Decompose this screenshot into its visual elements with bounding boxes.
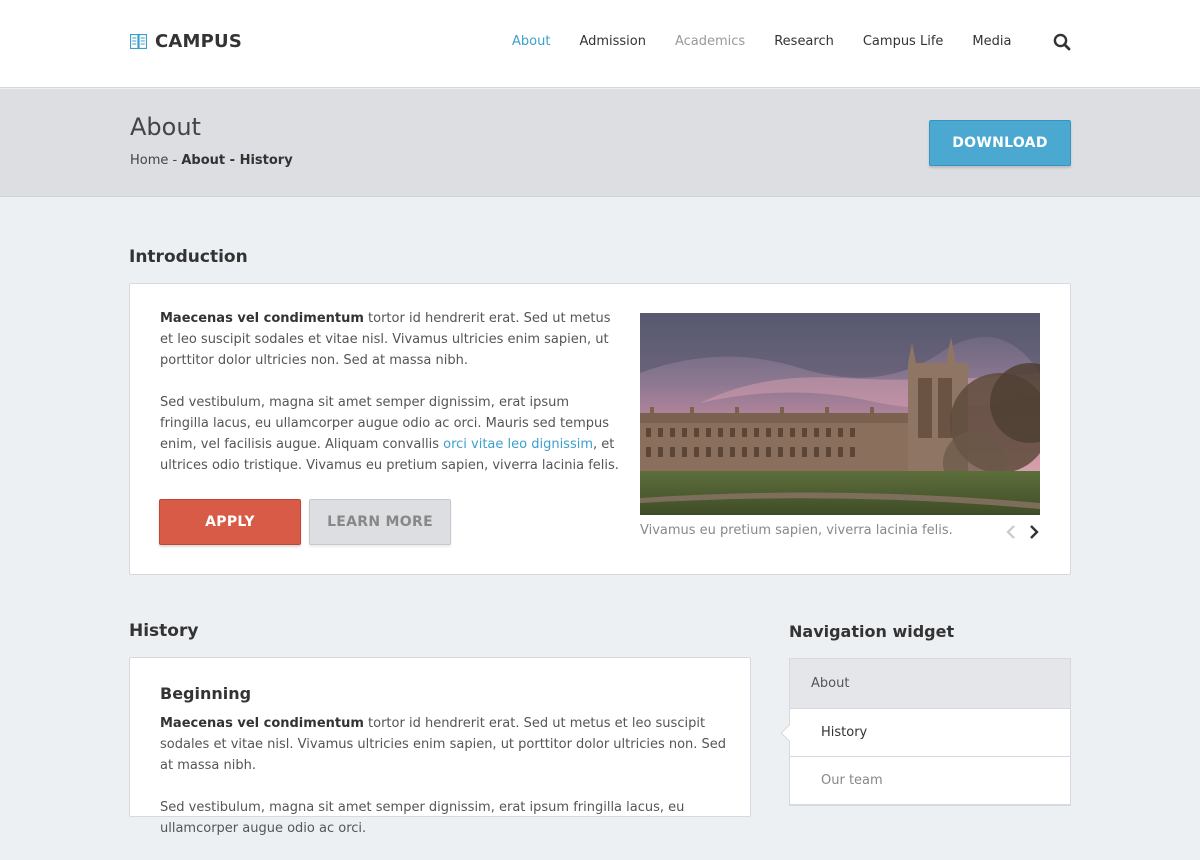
- breadcrumb-current: About - History: [181, 153, 293, 168]
- active-pointer: [780, 724, 798, 742]
- book-icon: [130, 34, 147, 49]
- nav-item-admission[interactable]: Admission: [579, 34, 646, 49]
- page-title: About: [130, 113, 201, 141]
- photo-caption: Vivamus eu pretium sapien, viverra lacin…: [640, 523, 953, 538]
- site-header: CAMPUS About Admission Academics Researc…: [0, 0, 1200, 88]
- history-bold-lead: Maecenas vel condimentum: [160, 716, 364, 731]
- widget-item-history-label: History: [821, 725, 868, 740]
- intro-card: Maecenas vel condimentum tortor id hendr…: [129, 283, 1071, 575]
- history-heading: History: [129, 621, 199, 641]
- download-button[interactable]: DOWNLOAD: [929, 120, 1071, 166]
- widget-heading: Navigation widget: [789, 622, 955, 641]
- brand-name: CAMPUS: [155, 31, 243, 52]
- intro-bold-lead: Maecenas vel condimentum: [160, 311, 364, 326]
- chevron-left-icon[interactable]: [1005, 524, 1017, 540]
- apply-button[interactable]: APPLY: [159, 499, 301, 545]
- history-card: Beginning Maecenas vel condimentum torto…: [129, 657, 751, 836]
- learn-more-button[interactable]: LEARN MORE: [309, 499, 451, 545]
- breadcrumb-home[interactable]: Home: [130, 153, 168, 168]
- nav-item-academics[interactable]: Academics: [675, 34, 745, 49]
- main-nav: About Admission Academics Research Campu…: [512, 34, 1040, 49]
- breadcrumb: Home - About - History: [130, 153, 293, 168]
- history-paragraph-1: Maecenas vel condimentum tortor id hendr…: [160, 713, 730, 776]
- widget-item-about[interactable]: About: [790, 659, 1070, 709]
- intro-inline-link[interactable]: orci vitae leo dignissim: [443, 437, 593, 452]
- intro-paragraph-1: Maecenas vel condimentum tortor id hendr…: [160, 308, 620, 371]
- intro-text: Maecenas vel condimentum tortor id hendr…: [160, 308, 620, 497]
- search-icon[interactable]: [1053, 33, 1071, 51]
- page-header: About Home - About - History DOWNLOAD: [0, 89, 1200, 197]
- history-subheading: Beginning: [160, 684, 252, 703]
- widget-item-our-team[interactable]: Our team: [790, 757, 1070, 805]
- breadcrumb-separator: -: [168, 153, 182, 168]
- widget-item-history[interactable]: History: [780, 709, 1070, 757]
- history-text: Maecenas vel condimentum tortor id hendr…: [160, 713, 730, 860]
- nav-item-about[interactable]: About: [512, 34, 550, 49]
- logo[interactable]: CAMPUS: [130, 31, 242, 52]
- nav-item-campus-life[interactable]: Campus Life: [863, 34, 944, 49]
- navigation-widget: About History Our team: [780, 658, 1071, 806]
- nav-item-research[interactable]: Research: [774, 34, 834, 49]
- campus-photo: [640, 313, 1040, 515]
- nav-item-media[interactable]: Media: [972, 34, 1011, 49]
- chevron-right-icon[interactable]: [1028, 524, 1040, 540]
- intro-heading: Introduction: [129, 247, 248, 267]
- intro-paragraph-2: Sed vestibulum, magna sit amet semper di…: [160, 392, 620, 476]
- history-paragraph-2: Sed vestibulum, magna sit amet semper di…: [160, 800, 685, 836]
